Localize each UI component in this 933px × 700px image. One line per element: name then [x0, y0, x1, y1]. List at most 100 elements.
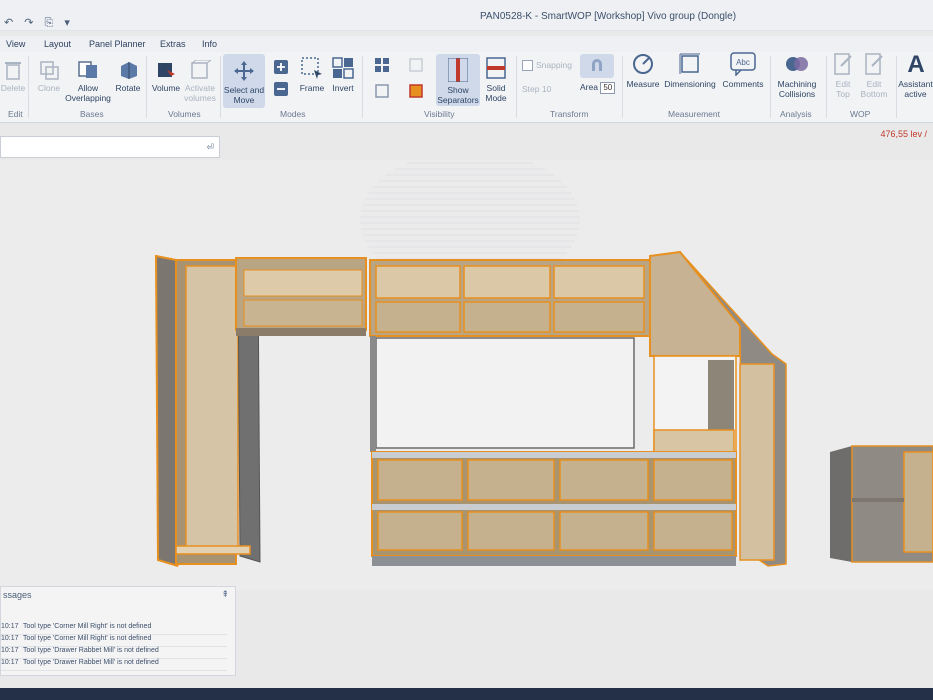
plus-icon: [274, 60, 288, 74]
frame-button[interactable]: Frame: [296, 56, 328, 93]
magnet-button[interactable]: [580, 54, 614, 78]
group-separator: [146, 56, 147, 118]
area-label: Area: [580, 82, 598, 92]
invert-selection-icon: [332, 57, 354, 79]
group-visibility-label: Visibility: [424, 109, 455, 119]
snapping-checkbox[interactable]: Snapping: [522, 60, 578, 72]
group-separator: [826, 56, 827, 118]
svg-text:Abc: Abc: [736, 58, 750, 67]
menu-extras[interactable]: Extras: [160, 39, 186, 49]
solid-mode-button[interactable]: Solid Mode: [480, 56, 512, 103]
group-edit-label: Edit: [8, 109, 23, 119]
comments-button[interactable]: Abc Comments: [718, 52, 768, 89]
view-outline-button[interactable]: [408, 58, 424, 74]
view-frame-button[interactable]: [374, 84, 390, 100]
group-separator: [220, 56, 221, 118]
volume-cube-icon: [158, 63, 175, 77]
menu-info[interactable]: Info: [202, 39, 217, 49]
menu-panel-planner[interactable]: Panel Planner: [89, 39, 146, 49]
grid-view-icon: [375, 58, 389, 72]
message-row[interactable]: 10:17 Tool type 'Drawer Rabbet Mill' is n…: [1, 647, 227, 659]
group-modes-label: Modes: [280, 109, 306, 119]
volume-button[interactable]: Volume: [150, 60, 182, 93]
area-input[interactable]: 50: [600, 82, 616, 94]
solid-mode-label: Solid Mode: [485, 83, 507, 103]
volume-label: Volume: [151, 83, 181, 93]
invert-button[interactable]: Invert: [328, 56, 358, 93]
minus-icon: [274, 82, 288, 96]
outline-view-icon: [409, 58, 423, 72]
group-separator: [770, 56, 771, 118]
invert-label: Invert: [332, 83, 354, 93]
allow-overlapping-button[interactable]: Allow Overlapping: [64, 60, 112, 103]
view-grid-button[interactable]: [374, 58, 390, 74]
message-text: Tool type 'Corner Mill Right' is not def…: [23, 635, 152, 642]
wall-cabinets-upper-center[interactable]: [369, 259, 651, 337]
messages-title: ssages: [3, 590, 32, 600]
overlap-icon: [78, 61, 97, 78]
machining-collisions-button[interactable]: Machining Collisions: [772, 52, 822, 99]
pin-icon[interactable]: ⇞: [221, 589, 229, 600]
remove-button[interactable]: [272, 82, 290, 99]
message-row[interactable]: 10:17 Tool type 'Drawer Rabbet Mill' is n…: [1, 659, 227, 671]
rotate-label: Rotate: [115, 83, 141, 93]
message-row[interactable]: 10:17 Tool type 'Corner Mill Right' is no…: [1, 635, 227, 647]
menu-view[interactable]: View: [6, 39, 25, 49]
wall-cabinet-upper-left[interactable]: [235, 257, 367, 336]
message-text: Tool type 'Drawer Rabbet Mill' is not de…: [23, 647, 159, 654]
separator-icon: [448, 58, 468, 82]
area-field[interactable]: Area 50: [580, 82, 620, 94]
message-time: 10:17: [1, 659, 19, 666]
view-filled-button[interactable]: [408, 84, 424, 100]
clone-icon: [40, 61, 59, 80]
niche-side-left: [370, 336, 376, 452]
rotate-button[interactable]: Rotate: [112, 60, 144, 93]
activate-volumes-button[interactable]: Activate volumes: [182, 60, 218, 103]
dimensioning-button[interactable]: Dimensioning: [662, 52, 718, 89]
measure-icon: [633, 54, 653, 74]
group-analysis-label: Analysis: [780, 109, 812, 119]
activate-volumes-label: Activate volumes: [184, 83, 216, 103]
add-button[interactable]: [272, 60, 290, 77]
search-input[interactable]: ⏎: [0, 136, 220, 158]
measure-button[interactable]: Measure: [624, 52, 662, 89]
assistant-letter-icon: A: [907, 51, 924, 76]
menu-layout[interactable]: Layout: [44, 39, 71, 49]
group-separator: [516, 56, 517, 118]
frame-select-icon: [301, 57, 322, 79]
assistant-button[interactable]: A Assistant active: [898, 50, 933, 99]
delete-button[interactable]: Delete: [0, 60, 26, 93]
edit-top-button[interactable]: Edit Top: [828, 52, 858, 99]
show-separators-button[interactable]: Show Separators: [436, 54, 480, 106]
base-cabinets-drawers[interactable]: [371, 451, 737, 566]
group-separator: [28, 56, 29, 118]
clone-button[interactable]: Clone: [34, 60, 64, 93]
comments-label: Comments: [722, 79, 764, 89]
group-separator: [896, 56, 897, 118]
clone-label: Clone: [37, 83, 61, 93]
side-cabinet-far-right[interactable]: [830, 445, 933, 563]
screen-bottom-bezel: [0, 688, 933, 700]
edit-top-label: Edit Top: [835, 79, 851, 99]
assistant-label: Assistant active: [898, 79, 933, 99]
show-separators-label: Show Separators: [437, 85, 479, 105]
search-icon: ⏎: [206, 142, 214, 152]
message-text: Tool type 'Drawer Rabbet Mill' is not de…: [23, 659, 159, 666]
group-separator: [362, 56, 363, 118]
step-label: Step: [522, 84, 540, 94]
group-wop-label: WOP: [850, 109, 871, 119]
group-measurement-label: Measurement: [668, 109, 720, 119]
magnet-icon: [592, 59, 602, 71]
dimensioning-label: Dimensioning: [664, 79, 716, 89]
3d-viewport[interactable]: [0, 160, 933, 590]
edit-bottom-button[interactable]: Edit Bottom: [858, 52, 890, 99]
tv-niche-back-panel[interactable]: [375, 337, 635, 449]
edit-bottom-icon: [865, 53, 883, 75]
step-field[interactable]: Step 10: [522, 84, 562, 94]
edit-bottom-label: Edit Bottom: [860, 79, 888, 99]
message-row[interactable]: 10:17 Tool type 'Corner Mill Right' is no…: [1, 623, 227, 635]
select-and-move-button[interactable]: Select and Move: [223, 54, 265, 108]
solid-mode-icon: [486, 57, 506, 79]
quick-access-toolbar[interactable]: ↶ ↷ ⎘ ▾: [4, 16, 74, 30]
trash-icon: [5, 62, 21, 80]
